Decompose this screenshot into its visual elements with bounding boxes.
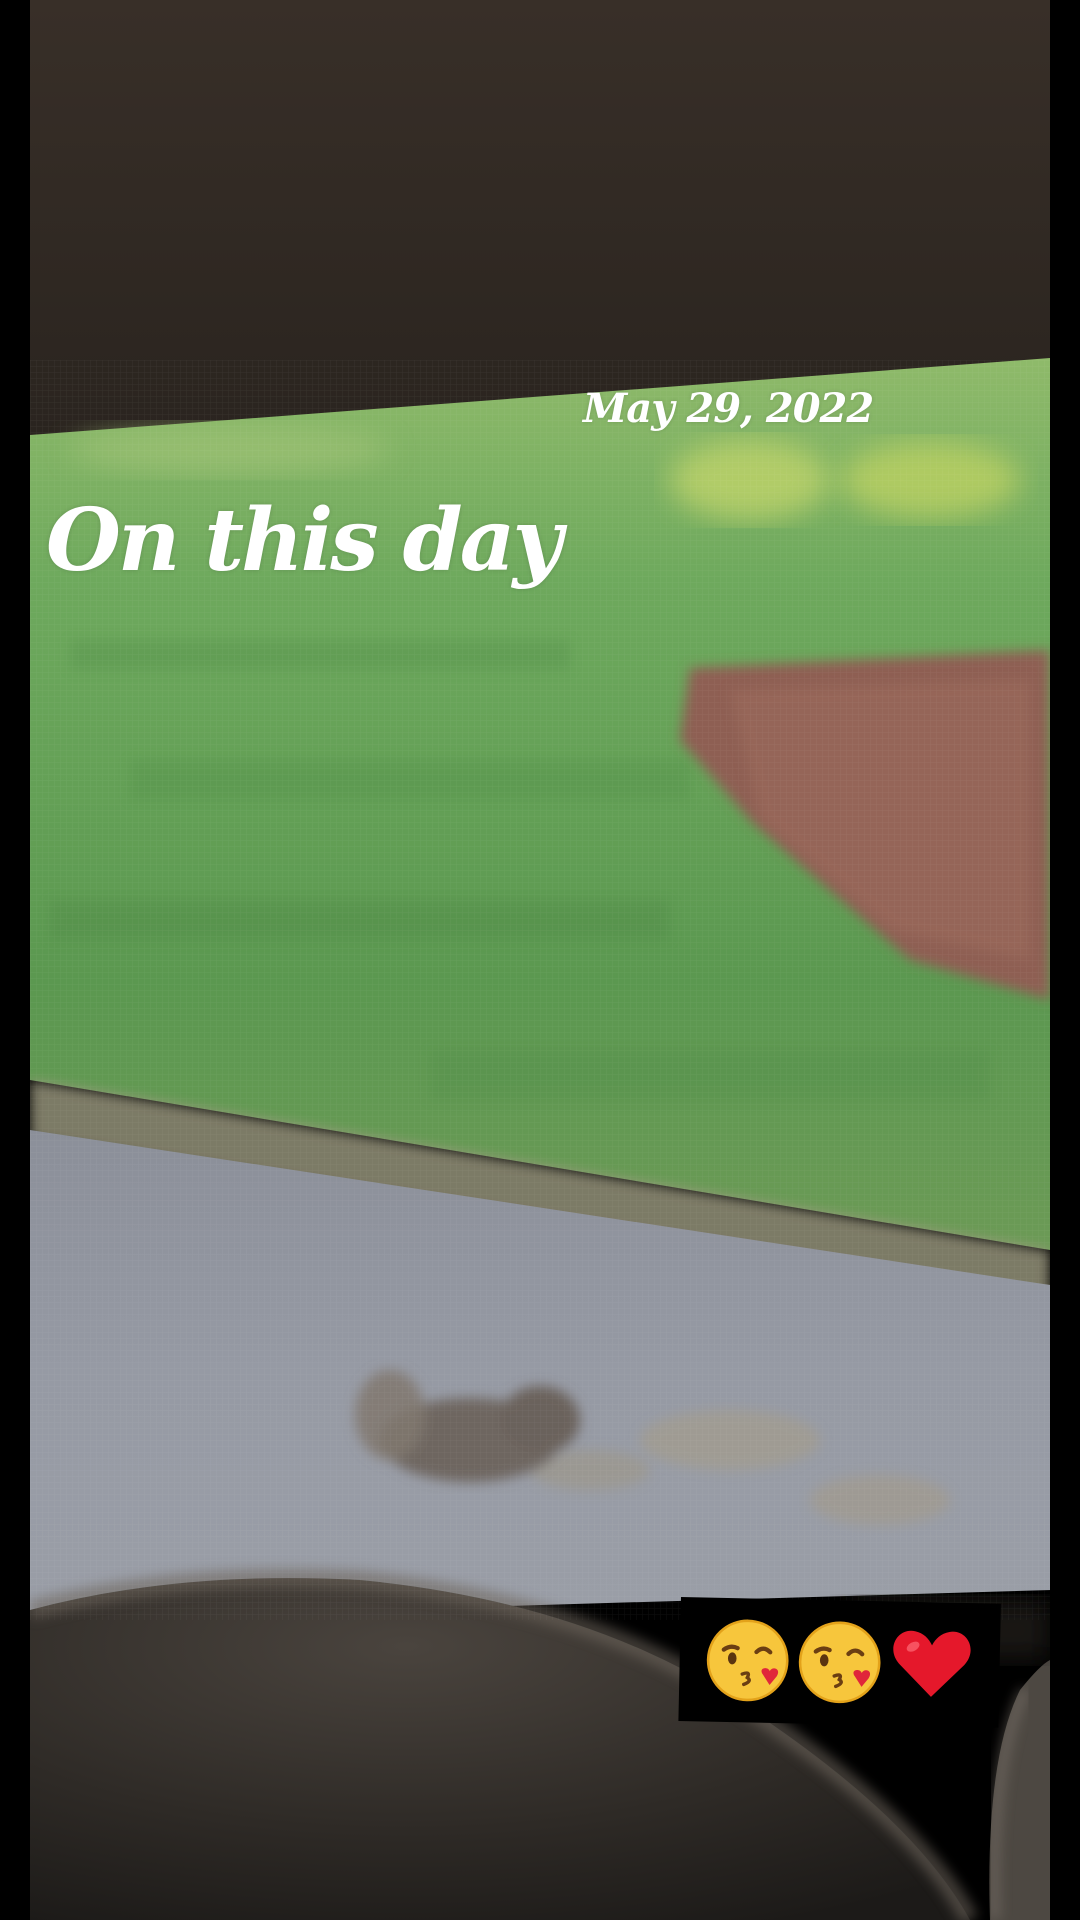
kissing-face-with-heart-icon xyxy=(704,1617,792,1705)
story-viewer: May 29, 2022 On this day xyxy=(0,0,1080,1920)
red-heart-icon xyxy=(888,1620,976,1708)
story-date: May 29, 2022 xyxy=(583,385,874,432)
kissing-face-with-heart-icon xyxy=(796,1618,884,1706)
on-this-day-headline: On this day xyxy=(46,490,562,591)
emoji-sticker xyxy=(678,1597,1001,1728)
